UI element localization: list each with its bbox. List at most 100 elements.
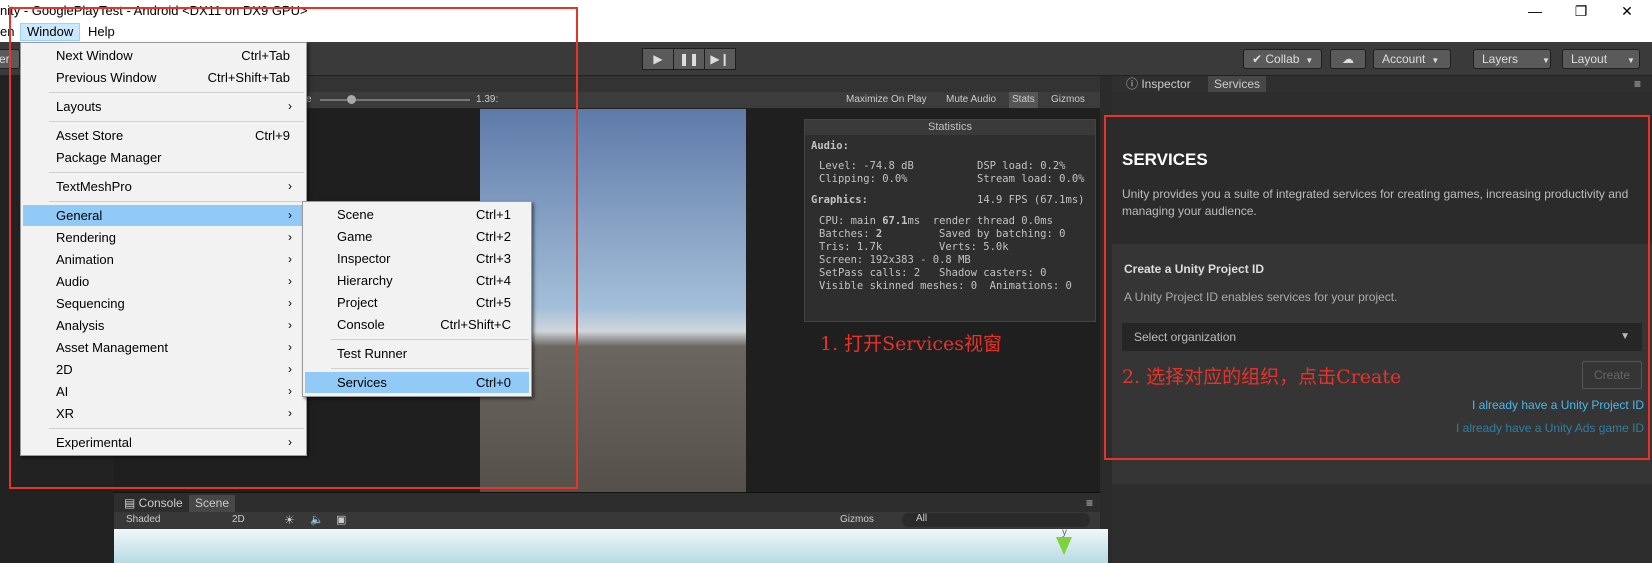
stats-toggle[interactable]: Stats xyxy=(1009,92,1038,108)
menu-item-asset-management[interactable]: Asset Management › xyxy=(23,337,304,358)
submenu-item-hierarchy[interactable]: Hierarchy Ctrl+4 xyxy=(305,270,529,291)
chevron-right-icon: › xyxy=(288,435,292,449)
submenu-item-test-runner[interactable]: Test Runner xyxy=(305,343,529,364)
menu-item-audio[interactable]: Audio › xyxy=(23,271,304,292)
lighting-icon[interactable]: ☀ xyxy=(284,513,295,527)
collab-button[interactable]: ✔ Collab ▼ xyxy=(1243,49,1323,69)
submenu-item-label: Console xyxy=(337,317,385,332)
restore-icon[interactable]: ❐ xyxy=(1558,0,1604,22)
menu-item-next-window[interactable]: Next Window Ctrl+Tab xyxy=(23,45,304,66)
menu-item-previous-window[interactable]: Previous Window Ctrl+Shift+Tab xyxy=(23,67,304,88)
audio-icon[interactable]: 🔈 xyxy=(310,513,324,526)
menu-item-animation[interactable]: Animation › xyxy=(23,249,304,270)
menu-item-rendering[interactable]: Rendering › xyxy=(23,227,304,248)
scene-gizmos-dropdown[interactable]: Gizmos xyxy=(840,514,874,525)
menu-separator xyxy=(49,428,304,429)
mute-audio-toggle[interactable]: Mute Audio xyxy=(946,94,996,105)
menu-item-xr[interactable]: XR › xyxy=(23,403,304,424)
statistics-title: Statistics xyxy=(805,120,1095,135)
tab-menu-icon[interactable]: ≡ xyxy=(1080,495,1099,512)
stats-shadow-casters: Shadow casters: 0 xyxy=(939,267,1047,279)
stats-stream-load: Stream load: 0.0% xyxy=(977,173,1085,185)
submenu-item-shortcut: Ctrl+1 xyxy=(475,207,511,222)
menu-item-label: TextMeshPro xyxy=(56,179,132,194)
scene-search-input[interactable]: All xyxy=(902,513,1090,527)
submenu-item-scene[interactable]: Scene Ctrl+1 xyxy=(305,204,529,225)
scene-view[interactable]: y xyxy=(114,527,1108,563)
minimize-icon[interactable]: — xyxy=(1512,0,1558,22)
gizmos-dropdown[interactable]: Gizmos xyxy=(1051,94,1085,105)
submenu-item-shortcut: Ctrl+5 xyxy=(475,295,511,310)
chevron-right-icon: › xyxy=(288,406,292,420)
submenu-item-shortcut: Ctrl+0 xyxy=(475,375,511,390)
layers-label: Layers xyxy=(1482,52,1519,66)
menu-item-label: AI xyxy=(56,384,69,399)
stats-cpu: CPU: main 67.1ms render thread 0.0ms xyxy=(819,215,1053,227)
scene-gizmo-icon[interactable] xyxy=(1056,537,1072,555)
menu-item-label: Layouts xyxy=(56,99,102,114)
submenu-item-inspector[interactable]: Inspector Ctrl+3 xyxy=(305,248,529,269)
tab-inspector[interactable]: ⓘ Inspector xyxy=(1120,76,1197,92)
submenu-item-console[interactable]: Console Ctrl+Shift+C xyxy=(305,314,529,335)
menu-item-package-manager[interactable]: Package Manager xyxy=(23,147,304,168)
submenu-item-project[interactable]: Project Ctrl+5 xyxy=(305,292,529,313)
stats-batches: Batches: 2 xyxy=(819,228,882,240)
tab-console[interactable]: ▤ Console xyxy=(118,495,189,512)
effects-icon[interactable]: ▣ xyxy=(336,513,346,526)
chevron-right-icon: › xyxy=(288,99,292,113)
menu-item-layouts[interactable]: Layouts › xyxy=(23,96,304,117)
submenu-item-services[interactable]: Services Ctrl+0 xyxy=(305,372,529,393)
menu-item-analysis[interactable]: Analysis › xyxy=(23,315,304,336)
scene-toolbar: Shaded 2D ☀ 🔈 ▣ Gizmos All xyxy=(114,512,1100,529)
stats-setpass: SetPass calls: 2 xyxy=(819,267,921,279)
chevron-right-icon: › xyxy=(288,230,292,244)
menu-item-general[interactable]: General › xyxy=(23,205,304,226)
menu-item-experimental[interactable]: Experimental › xyxy=(23,432,304,453)
menu-item-sequencing[interactable]: Sequencing › xyxy=(23,293,304,314)
menu-item-label: Audio xyxy=(56,274,90,289)
chevron-down-icon: ▼ xyxy=(1542,56,1550,65)
menu-item-asset-store[interactable]: Asset Store Ctrl+9 xyxy=(23,125,304,146)
menu-item-label: 2D xyxy=(56,362,73,377)
account-button[interactable]: Account ▼ xyxy=(1373,49,1451,69)
menu-item-ai[interactable]: AI › xyxy=(23,381,304,402)
submenu-item-label: Hierarchy xyxy=(337,273,393,288)
play-icon[interactable]: ▶ xyxy=(642,48,674,70)
tab-services[interactable]: Services xyxy=(1208,76,1267,92)
chevron-right-icon: › xyxy=(288,296,292,310)
menu-item-shortcut: Ctrl+Tab xyxy=(241,48,290,63)
statistics-panel: Statistics Audio: Level: -74.8 dB DSP lo… xyxy=(804,119,1096,322)
step-icon[interactable]: ▶❙ xyxy=(704,48,736,70)
submenu-item-label: Project xyxy=(337,295,378,310)
window-menu: Next Window Ctrl+Tab Previous Window Ctrl+… xyxy=(20,42,307,456)
submenu-item-game[interactable]: Game Ctrl+2 xyxy=(305,226,529,247)
stats-cpu-prefix: CPU: main xyxy=(819,215,883,227)
shading-mode-dropdown[interactable]: Shaded xyxy=(126,514,160,525)
chevron-right-icon: › xyxy=(288,318,292,332)
menu-item-2d[interactable]: 2D › xyxy=(23,359,304,380)
collab-label: Collab xyxy=(1265,52,1300,66)
pause-icon[interactable]: ❚❚ xyxy=(673,48,705,70)
panel-menu-icon[interactable]: ≡ xyxy=(1628,76,1647,92)
stats-dsp-load: DSP load: 0.2% xyxy=(977,160,1066,172)
maximize-on-play-toggle[interactable]: Maximize On Play xyxy=(846,94,927,105)
submenu-separator xyxy=(331,339,529,340)
submenu-item-shortcut: Ctrl+Shift+C xyxy=(440,317,511,332)
console-icon: ▤ xyxy=(124,496,139,510)
submenu-item-shortcut: Ctrl+2 xyxy=(475,229,511,244)
layout-label: Layout xyxy=(1571,52,1608,66)
menu-item-textmeshpro[interactable]: TextMeshPro › xyxy=(23,176,304,197)
close-icon[interactable]: ✕ xyxy=(1604,0,1650,22)
stats-fps: 14.9 FPS (67.1ms) xyxy=(977,194,1085,206)
tab-scene[interactable]: Scene xyxy=(189,495,236,512)
2d-toggle[interactable]: 2D xyxy=(232,514,245,525)
chevron-right-icon: › xyxy=(288,362,292,376)
menu-separator xyxy=(49,172,304,173)
cloud-icon[interactable]: ☁ xyxy=(1330,49,1366,69)
stats-verts: Verts: 5.0k xyxy=(939,241,1009,253)
submenu-separator xyxy=(331,368,529,369)
layers-button[interactable]: Layers ▼ xyxy=(1473,49,1551,69)
stats-saved-by-batching: Saved by batching: 0 xyxy=(939,228,1066,240)
stats-batches-value: 2 xyxy=(875,228,883,240)
layout-button[interactable]: Layout ▼ xyxy=(1562,49,1640,69)
